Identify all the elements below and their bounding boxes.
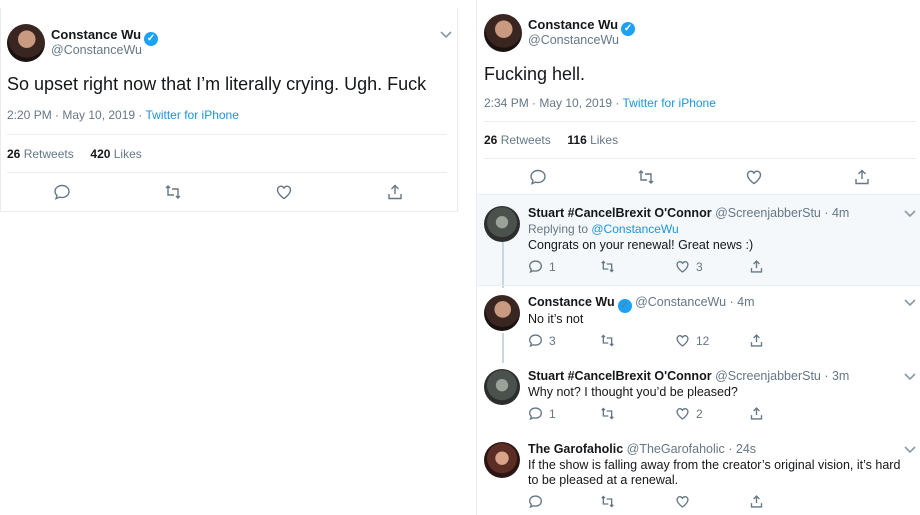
like-icon[interactable] bbox=[745, 168, 763, 186]
divider bbox=[7, 134, 447, 135]
chevron-down-icon[interactable] bbox=[903, 445, 917, 455]
retweet-icon[interactable] bbox=[600, 406, 615, 421]
avatar[interactable] bbox=[484, 369, 520, 405]
tweet-text: Fucking hell. bbox=[484, 64, 586, 84]
divider bbox=[484, 121, 916, 122]
like-icon[interactable] bbox=[675, 259, 690, 274]
retweets-stat[interactable]: 26 Retweets bbox=[7, 147, 74, 161]
likes-stat[interactable]: 116 Likes bbox=[567, 133, 618, 147]
verified-icon: ✓ bbox=[621, 22, 636, 36]
avatar[interactable] bbox=[7, 24, 45, 62]
share-icon[interactable] bbox=[386, 183, 404, 201]
divider bbox=[484, 158, 916, 159]
reply-author[interactable]: Constance Wu ✓ @ConstanceWu · 4m bbox=[528, 295, 755, 313]
reply-text: Congrats on your renewal! Great news :) bbox=[528, 238, 754, 252]
retweet-icon[interactable] bbox=[600, 333, 615, 348]
reply-author[interactable]: Stuart #CancelBrexit O'Connor @Screenjab… bbox=[528, 369, 849, 383]
share-icon[interactable] bbox=[749, 494, 764, 509]
reply-text: If the show is falling away from the cre… bbox=[528, 458, 901, 487]
chevron-down-icon[interactable] bbox=[903, 298, 917, 308]
like-count: 2 bbox=[696, 407, 703, 421]
tweet-source-link[interactable]: Twitter for iPhone bbox=[623, 96, 716, 110]
like-icon[interactable] bbox=[675, 494, 690, 509]
divider bbox=[7, 172, 447, 173]
share-icon[interactable] bbox=[749, 406, 764, 421]
likes-stat[interactable]: 420 Likes bbox=[90, 147, 141, 161]
reply-author[interactable]: The Garofaholic @TheGarofaholic · 24s bbox=[528, 442, 756, 456]
reply-icon[interactable] bbox=[53, 183, 71, 201]
share-icon[interactable] bbox=[749, 259, 764, 274]
avatar[interactable] bbox=[484, 295, 520, 331]
share-icon[interactable] bbox=[853, 168, 871, 186]
reply-count: 3 bbox=[549, 334, 556, 348]
thread-line bbox=[502, 333, 504, 363]
reply-author[interactable]: Stuart #CancelBrexit O'Connor @Screenjab… bbox=[528, 206, 849, 220]
reply-icon[interactable] bbox=[528, 333, 543, 348]
tweet-stats: 26 Retweets 420 Likes bbox=[7, 147, 142, 161]
mention-link[interactable]: @ConstanceWu bbox=[591, 222, 678, 236]
replying-to: Replying to @ConstanceWu bbox=[528, 222, 679, 236]
reply-icon[interactable] bbox=[528, 259, 543, 274]
chevron-down-icon[interactable] bbox=[903, 209, 917, 219]
reply-icon[interactable] bbox=[529, 168, 547, 186]
reply-icon[interactable] bbox=[528, 494, 543, 509]
like-icon[interactable] bbox=[275, 183, 293, 201]
tweet-text: So upset right now that I’m literally cr… bbox=[7, 74, 427, 94]
verified-icon: ✓ bbox=[144, 32, 159, 46]
like-count: 3 bbox=[696, 260, 703, 274]
thread-line bbox=[502, 242, 504, 288]
tweet-source-link[interactable]: Twitter for iPhone bbox=[146, 108, 239, 122]
tweet-stats: 26 Retweets 116 Likes bbox=[484, 133, 618, 147]
retweet-icon[interactable] bbox=[164, 183, 182, 201]
like-count: 12 bbox=[696, 334, 710, 348]
chevron-down-icon[interactable] bbox=[903, 372, 917, 382]
reply-icon[interactable] bbox=[528, 406, 543, 421]
reply-count: 1 bbox=[549, 260, 556, 274]
left-tweet-card: Constance Wu ✓ @ConstanceWu So upset righ… bbox=[0, 8, 458, 212]
share-icon[interactable] bbox=[749, 333, 764, 348]
author-handle[interactable]: @ConstanceWu bbox=[528, 33, 619, 47]
retweet-icon[interactable] bbox=[637, 168, 655, 186]
tweet-timestamp: 2:20 PM · May 10, 2019 · Twitter for iPh… bbox=[7, 108, 239, 122]
avatar[interactable] bbox=[484, 14, 522, 52]
avatar[interactable] bbox=[484, 206, 520, 242]
reply-count: 1 bbox=[549, 407, 556, 421]
retweet-icon[interactable] bbox=[600, 494, 615, 509]
tweet-timestamp: 2:34 PM · May 10, 2019 · Twitter for iPh… bbox=[484, 96, 716, 110]
chevron-down-icon[interactable] bbox=[439, 30, 453, 40]
like-icon[interactable] bbox=[675, 333, 690, 348]
verified-icon: ✓ bbox=[617, 299, 632, 313]
right-tweet-thread: Constance Wu ✓ @ConstanceWu Fucking hell.… bbox=[476, 0, 920, 515]
divider bbox=[477, 285, 920, 286]
avatar[interactable] bbox=[484, 442, 520, 478]
retweet-icon[interactable] bbox=[600, 259, 615, 274]
reply-text: Why not? I thought you’d be pleased? bbox=[528, 385, 738, 399]
author-handle[interactable]: @ConstanceWu bbox=[51, 43, 142, 57]
like-icon[interactable] bbox=[675, 406, 690, 421]
reply-text: No it’s not bbox=[528, 312, 584, 326]
retweets-stat[interactable]: 26 Retweets bbox=[484, 133, 551, 147]
